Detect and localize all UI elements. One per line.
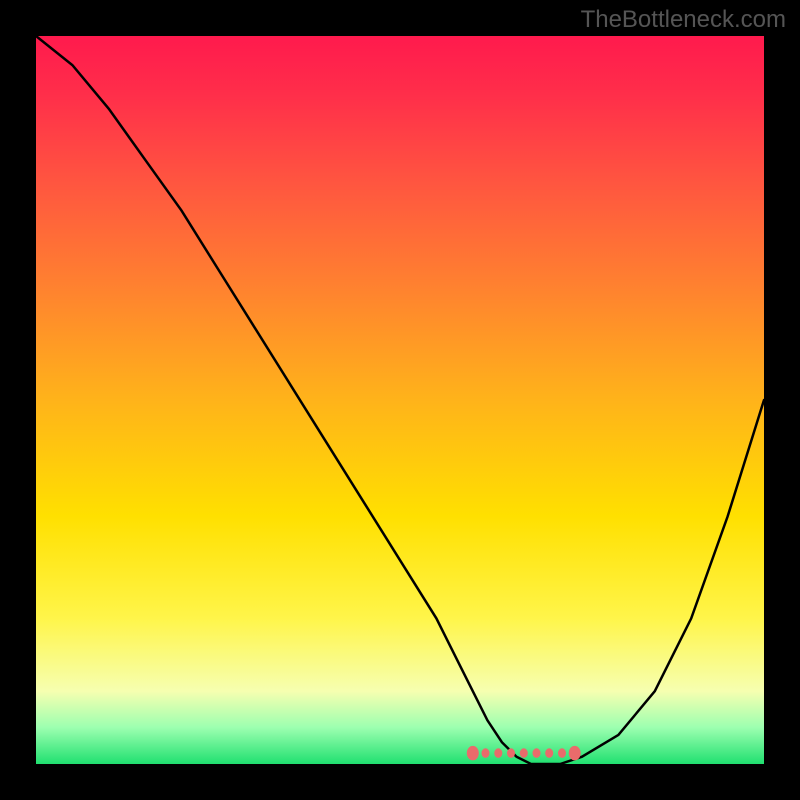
- chart-svg: [36, 36, 764, 764]
- optimal-zone-markers: [467, 746, 581, 760]
- optimal-marker-dot: [558, 748, 566, 758]
- optimal-marker-dot: [482, 748, 490, 758]
- optimal-marker-dot: [467, 746, 479, 760]
- optimal-marker-dot: [569, 746, 581, 760]
- chart-plot-area: [36, 36, 764, 764]
- optimal-marker-dot: [494, 748, 502, 758]
- optimal-marker-dot: [545, 748, 553, 758]
- bottleneck-curve-path: [36, 36, 764, 764]
- optimal-marker-dot: [533, 748, 541, 758]
- attribution-text: TheBottleneck.com: [581, 6, 786, 34]
- optimal-marker-dot: [520, 748, 528, 758]
- optimal-marker-dot: [507, 748, 515, 758]
